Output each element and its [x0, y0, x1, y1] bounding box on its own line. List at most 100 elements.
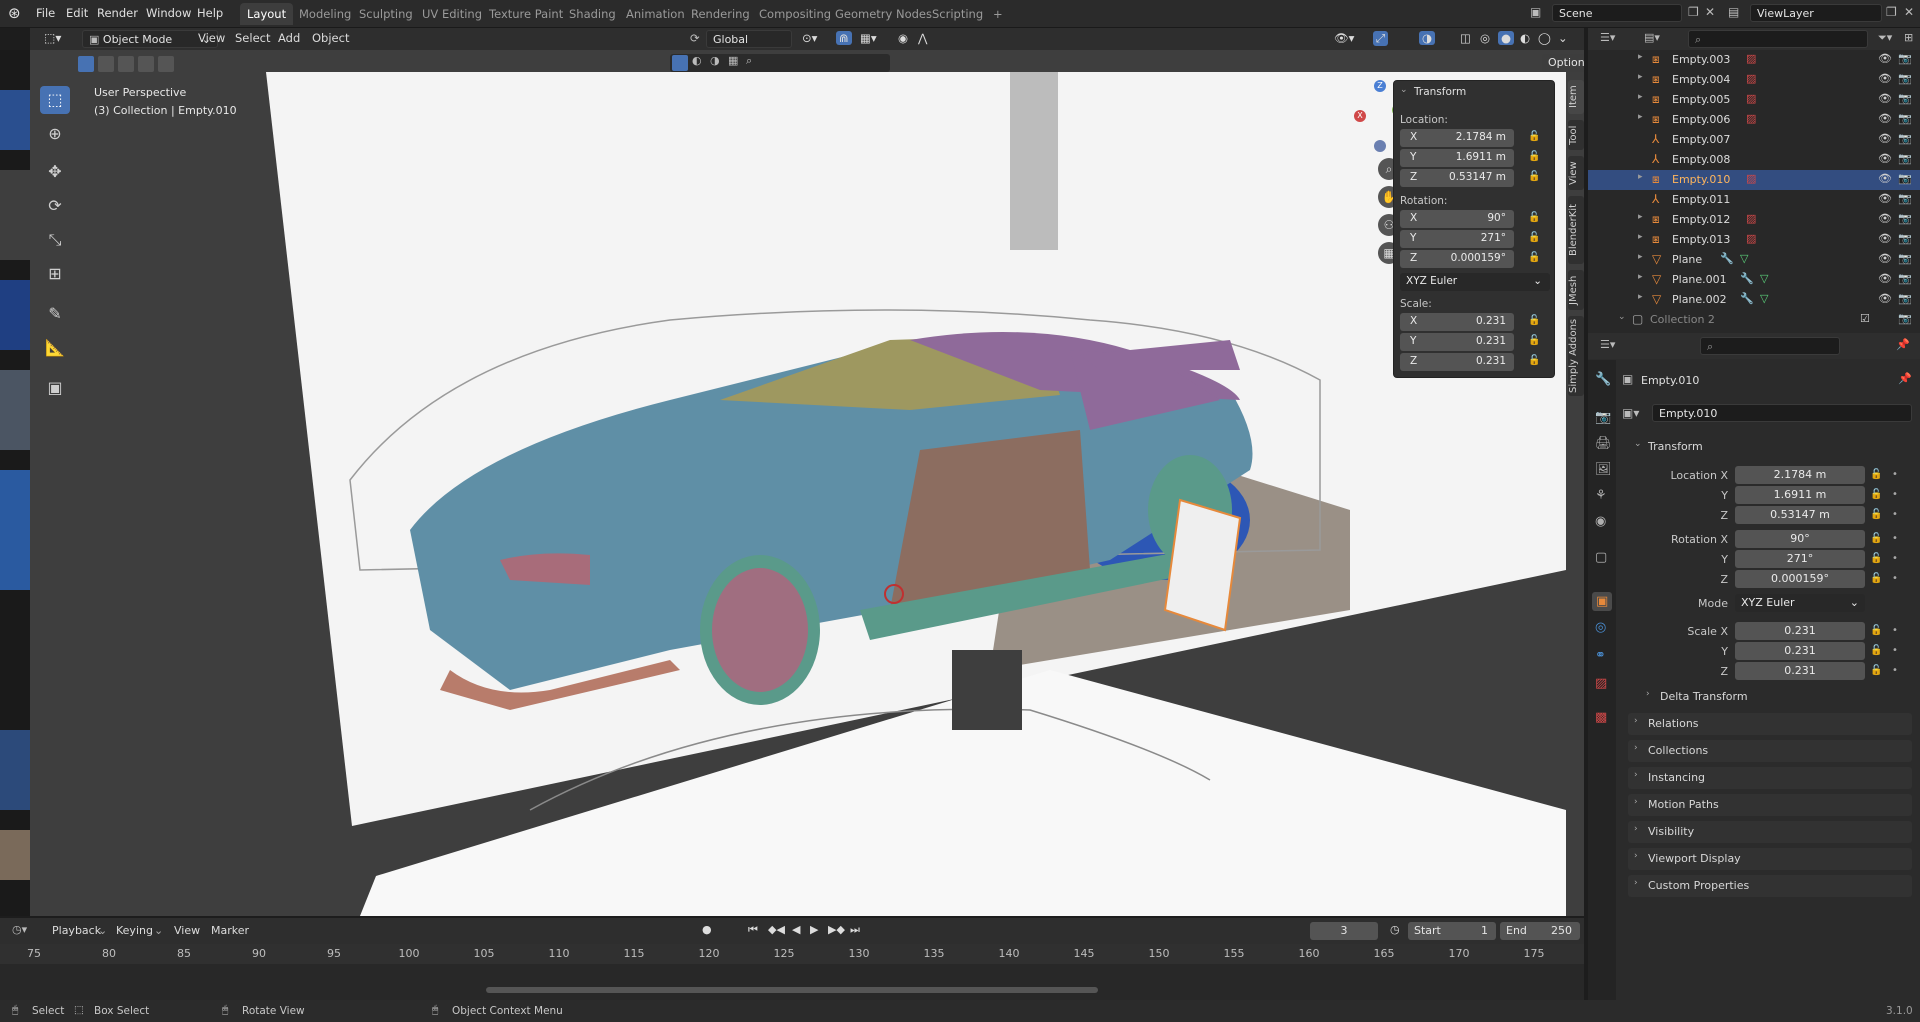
keyframe-dot-icon[interactable]: •: [1892, 489, 1898, 500]
location-x-field[interactable]: 2.1784 m: [1735, 466, 1865, 484]
xray-icon[interactable]: ◫: [1460, 31, 1471, 45]
outliner-row[interactable]: ▸ ⧆ Empty.005 ▨ 👁 📷: [1588, 90, 1920, 110]
lock-icon[interactable]: 🔓: [1528, 131, 1540, 142]
lock-icon[interactable]: 🔓: [1528, 151, 1540, 162]
overlay-toggle-icon[interactable]: ◑: [1419, 31, 1436, 45]
physics-tab-icon[interactable]: ◎: [1595, 620, 1606, 635]
texture-tab-icon[interactable]: ▩: [1595, 710, 1607, 725]
select-box-tool-icon[interactable]: ⬚: [40, 86, 70, 114]
thumbnail-image[interactable]: [0, 730, 30, 810]
object-datablock-icon[interactable]: ▣▾: [1622, 406, 1639, 420]
scene-selector[interactable]: Scene: [1552, 4, 1682, 22]
wireframe-shading-icon[interactable]: ◎: [1480, 31, 1490, 45]
outliner-row[interactable]: ▸ ⧆ Empty.006 ▨ 👁 📷: [1588, 110, 1920, 130]
cursor-tool-icon[interactable]: ⊕: [40, 120, 70, 148]
collections-section[interactable]: › Collections: [1628, 740, 1912, 762]
timeline-editor-type-icon[interactable]: ◷▾: [12, 923, 27, 936]
new-collection-icon[interactable]: ⊞: [1904, 31, 1913, 44]
thumbnail-image[interactable]: [0, 830, 30, 880]
npanel-rotation-z[interactable]: Z 0.000159°: [1400, 250, 1514, 268]
object-name-field[interactable]: Empty.010: [1652, 404, 1912, 422]
tab-layout[interactable]: Layout: [240, 3, 294, 25]
lock-icon[interactable]: 🔓: [1870, 489, 1882, 500]
annotate-tool-icon[interactable]: ✎: [40, 300, 70, 328]
display-mode-icon[interactable]: ▤▾: [1644, 31, 1660, 44]
preview-range-icon[interactable]: ◷: [1390, 923, 1400, 936]
thumbnail-image[interactable]: [0, 280, 30, 350]
add-cube-tool-icon[interactable]: ▣: [40, 374, 70, 402]
material-shading-icon[interactable]: ◐: [1520, 31, 1530, 45]
axis-neg-z-icon[interactable]: [1374, 140, 1386, 152]
delta-transform-section[interactable]: › Delta Transform: [1640, 686, 1912, 708]
thumbnail-image[interactable]: [0, 470, 30, 590]
outliner-row[interactable]: ▸ ⧆ Empty.003 ▨ 👁 📷: [1588, 50, 1920, 70]
outliner-row[interactable]: ▸ ⧆ Empty.012 ▨ 👁 📷: [1588, 210, 1920, 230]
lock-icon[interactable]: 🔓: [1870, 665, 1882, 676]
outliner-row-selected[interactable]: ▸ ⧆ Empty.010 ▨ 👁 📷: [1588, 170, 1920, 190]
jump-start-icon[interactable]: ⏮: [748, 923, 758, 937]
tool-mode-icon[interactable]: [672, 55, 688, 71]
npanel-location-y[interactable]: Y 1.6911 m: [1400, 149, 1514, 167]
menu-object[interactable]: Object: [312, 31, 349, 45]
menu-render[interactable]: Render: [97, 6, 138, 20]
relations-section[interactable]: › Relations: [1628, 713, 1912, 735]
thumbnail-image[interactable]: [0, 370, 30, 450]
record-icon[interactable]: ●: [702, 923, 712, 936]
axis-z-icon[interactable]: Z: [1374, 80, 1386, 92]
view-layer-selector[interactable]: ViewLayer: [1750, 4, 1882, 22]
play-reverse-icon[interactable]: ◀: [792, 923, 800, 936]
scale-x-field[interactable]: 0.231: [1735, 622, 1865, 640]
jump-keyframe-forward-icon[interactable]: ▶◆: [828, 923, 845, 936]
add-workspace-button[interactable]: +: [986, 3, 1010, 25]
tool-grid-icon[interactable]: ▦: [728, 54, 738, 67]
keyframe-dot-icon[interactable]: •: [1892, 553, 1898, 564]
tab-simply-addons[interactable]: Simply Addons: [1568, 316, 1584, 396]
lock-icon[interactable]: 🔓: [1528, 212, 1540, 223]
axis-x-icon[interactable]: X: [1354, 110, 1366, 122]
render-tab-icon[interactable]: 📷: [1595, 410, 1611, 425]
select-new-icon[interactable]: [78, 56, 94, 72]
lock-icon[interactable]: 🔓: [1870, 573, 1882, 584]
marker-menu[interactable]: Marker: [211, 924, 249, 937]
pivot-icon[interactable]: ⊙▾: [802, 31, 817, 45]
measure-tool-icon[interactable]: 📐: [40, 334, 70, 362]
select-subtract-icon[interactable]: [118, 56, 134, 72]
blender-logo-icon[interactable]: ⊛: [8, 4, 21, 22]
tab-tool[interactable]: Tool: [1568, 120, 1584, 150]
move-tool-icon[interactable]: ✥: [40, 158, 70, 186]
copy-view-layer-icon[interactable]: ❐: [1886, 5, 1897, 19]
tab-sculpting[interactable]: Sculpting: [352, 3, 420, 25]
viewport-display-section[interactable]: › Viewport Display: [1628, 848, 1912, 870]
outliner-row[interactable]: ⅄ Empty.007 👁 📷: [1588, 130, 1920, 150]
npanel-scale-z[interactable]: Z 0.231: [1400, 353, 1514, 371]
menu-window[interactable]: Window: [146, 6, 191, 20]
visibility-section[interactable]: › Visibility: [1628, 821, 1912, 843]
tool-shading-icon[interactable]: ◐: [692, 54, 702, 67]
instancing-section[interactable]: › Instancing: [1628, 767, 1912, 789]
npanel-transform-title[interactable]: Transform: [1414, 86, 1466, 98]
properties-editor-type-icon[interactable]: ☰▾: [1600, 338, 1615, 351]
snap-target-icon[interactable]: ▦▾: [860, 31, 877, 45]
tool-settings-tab-icon[interactable]: 🔧: [1595, 372, 1611, 387]
keyframe-dot-icon[interactable]: •: [1892, 665, 1898, 676]
npanel-rotation-y[interactable]: Y 271°: [1400, 230, 1514, 248]
outliner-collection-row[interactable]: ⌄ ▢ Collection 2 ☑ 📷: [1588, 310, 1920, 330]
thumbnail-image[interactable]: [0, 90, 30, 150]
outliner-row[interactable]: ⅄ Empty.011 👁 📷: [1588, 190, 1920, 210]
orientation-selector[interactable]: Global: [706, 30, 792, 48]
rotation-x-field[interactable]: 90°: [1735, 530, 1865, 548]
select-invert-icon[interactable]: [138, 56, 154, 72]
snap-toggle-icon[interactable]: ⋒: [836, 31, 852, 45]
keyframe-dot-icon[interactable]: •: [1892, 469, 1898, 480]
copy-scene-icon[interactable]: ❐: [1688, 5, 1699, 19]
keyframe-dot-icon[interactable]: •: [1892, 645, 1898, 656]
lock-icon[interactable]: 🔓: [1870, 553, 1882, 564]
pin-icon[interactable]: 📌: [1896, 338, 1910, 351]
lock-icon[interactable]: 🔓: [1528, 335, 1540, 346]
timeline-ruler[interactable]: 75 80 85 90 95 100 105 110 115 120 125 1…: [0, 944, 1584, 964]
editor-type-icon[interactable]: ⬚▾: [44, 31, 61, 45]
location-y-field[interactable]: 1.6911 m: [1735, 486, 1865, 504]
tab-texture-paint[interactable]: Texture Paint: [482, 3, 570, 25]
rendered-shading-icon[interactable]: ◯: [1538, 31, 1551, 45]
tab-jmesh[interactable]: JMesh: [1568, 270, 1584, 310]
